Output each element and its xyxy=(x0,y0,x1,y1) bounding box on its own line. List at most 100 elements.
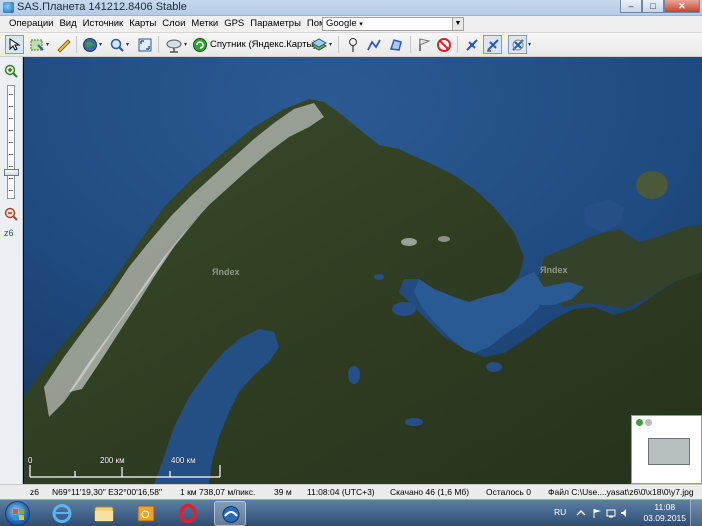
path-icon xyxy=(366,39,381,50)
zoom-level-label: z6 xyxy=(4,228,14,238)
zoom-in-button[interactable] xyxy=(4,64,18,78)
satellite-source-button[interactable] xyxy=(164,35,183,54)
minimap-plus-icon[interactable] xyxy=(636,419,643,426)
gps-dropdown[interactable]: ▾ xyxy=(528,41,531,48)
layers-dropdown[interactable]: ▾ xyxy=(329,41,332,48)
mini-map[interactable] xyxy=(631,415,702,484)
taskbar: O RU 11:08 03.09.2015 xyxy=(0,499,702,526)
taskbar-explorer-button[interactable] xyxy=(88,501,120,526)
chevron-down-icon[interactable]: ▼ xyxy=(452,18,463,30)
chevron-up-icon[interactable] xyxy=(576,508,586,518)
hide-placemarks-button[interactable] xyxy=(434,35,453,54)
status-altitude: 39 м xyxy=(274,487,292,497)
menu-parameters[interactable]: Параметры xyxy=(247,16,304,32)
layers-icon xyxy=(310,37,327,51)
app-icon xyxy=(3,2,14,13)
svg-text:O: O xyxy=(141,509,150,521)
magnifier-icon xyxy=(110,38,124,52)
zoom-tick xyxy=(9,142,13,143)
add-path-button[interactable] xyxy=(364,35,383,54)
map-type-button[interactable] xyxy=(80,35,99,54)
minimap-minus-icon[interactable] xyxy=(645,419,652,426)
search-engine-caret: ▾ xyxy=(359,21,363,28)
map-source-label: Спутник (Яндекс.Карты) xyxy=(210,39,317,50)
close-button[interactable]: ✕ xyxy=(664,0,700,13)
scale-label-200: 200 км xyxy=(100,456,125,465)
zoom-in-icon xyxy=(4,64,18,78)
zoom-out-button[interactable] xyxy=(4,207,18,221)
status-file: Файл C:\Use....yasat\z6\0\x18\0\y7.jpg xyxy=(548,487,694,497)
title-bar: SAS.Планета 141212.8406 Stable – □ ✕ xyxy=(0,0,702,16)
menu-layers[interactable]: Слои xyxy=(159,16,188,32)
minimize-button[interactable]: – xyxy=(620,0,642,13)
select-area-button[interactable] xyxy=(27,35,46,54)
map-type-dropdown[interactable]: ▾ xyxy=(99,41,102,48)
zoom-tool-button[interactable] xyxy=(107,35,126,54)
zoom-tick xyxy=(9,190,13,191)
menu-gps[interactable]: GPS xyxy=(221,16,247,32)
taskbar-opera-button[interactable] xyxy=(172,501,204,526)
layers-button[interactable] xyxy=(309,35,328,54)
menu-source[interactable]: Источник xyxy=(80,16,127,32)
select-area-icon xyxy=(30,39,44,51)
scale-ruler xyxy=(29,465,221,478)
volume-icon[interactable] xyxy=(620,508,630,518)
minimap-viewport[interactable] xyxy=(648,438,690,465)
zoom-slider-thumb[interactable] xyxy=(4,169,19,176)
show-desktop-button[interactable] xyxy=(690,500,702,526)
taskbar-sasplanet-button[interactable] xyxy=(214,501,246,526)
online-mode-button[interactable] xyxy=(190,35,209,54)
map-watermark: Яndex xyxy=(212,267,240,277)
clock[interactable]: 11:08 03.09.2015 xyxy=(643,502,686,524)
network-icon[interactable] xyxy=(606,508,616,518)
forbidden-icon xyxy=(436,37,451,52)
menu-maps[interactable]: Карты xyxy=(126,16,159,32)
language-indicator[interactable]: RU xyxy=(554,507,566,517)
zoom-tool-dropdown[interactable]: ▾ xyxy=(126,41,129,48)
gps-center-icon xyxy=(511,38,524,51)
zoom-slider-track[interactable] xyxy=(7,85,15,199)
zoom-tick xyxy=(9,130,13,131)
internet-explorer-icon xyxy=(52,504,72,523)
toolbar: ▾ ▾ ▾ ▾ Спутник (Яндекс.Карты) ▾ ▾ xyxy=(0,33,702,57)
menu-marks[interactable]: Метки xyxy=(188,16,221,32)
placemark-manager-button[interactable] xyxy=(414,35,433,54)
windows-logo-icon xyxy=(13,509,24,520)
search-engine-combo[interactable]: Google ▾ ▼ xyxy=(322,17,464,31)
zoom-tick xyxy=(9,154,13,155)
gps-center-button[interactable] xyxy=(508,35,527,54)
status-coordinates: N69°11'19,30" E32°00'16,58" xyxy=(52,487,162,497)
opera-icon xyxy=(179,503,197,524)
flag-icon[interactable] xyxy=(592,508,602,518)
gps-track-icon xyxy=(486,38,499,52)
gps-track-button[interactable] xyxy=(483,35,502,54)
zoom-tick xyxy=(9,178,13,179)
ruler-button[interactable] xyxy=(54,35,73,54)
satellite-source-dropdown[interactable]: ▾ xyxy=(184,41,187,48)
add-polygon-button[interactable] xyxy=(386,35,405,54)
search-engine-value: Google xyxy=(326,18,357,29)
clock-time: 11:08 xyxy=(654,502,676,512)
move-tool-button[interactable] xyxy=(5,35,24,54)
scale-bar: 0 200 км 400 км xyxy=(24,453,234,483)
ruler-icon xyxy=(56,38,71,53)
menu-operations[interactable]: Операции xyxy=(6,16,56,32)
taskbar-outlook-button[interactable]: O xyxy=(130,501,162,526)
toolbar-separator xyxy=(410,36,411,53)
taskbar-ie-button[interactable] xyxy=(46,501,78,526)
zoom-tick xyxy=(9,118,13,119)
zoom-tick xyxy=(9,166,13,167)
gps-connect-button[interactable] xyxy=(462,35,481,54)
start-button[interactable] xyxy=(5,501,30,526)
fullscreen-button[interactable] xyxy=(135,35,154,54)
status-remaining: Осталось 0 xyxy=(486,487,531,497)
zoom-tick xyxy=(9,106,13,107)
status-downloaded: Скачано 46 (1,6 Мб) xyxy=(390,487,470,497)
map-view[interactable]: Яndex Яndex 0 200 км 400 км xyxy=(24,57,702,484)
zoom-out-icon xyxy=(4,207,18,221)
toolbar-separator xyxy=(158,36,159,53)
add-placemark-button[interactable] xyxy=(343,35,362,54)
menu-view[interactable]: Вид xyxy=(56,16,79,32)
maximize-button[interactable]: □ xyxy=(642,0,664,13)
select-area-dropdown[interactable]: ▾ xyxy=(46,41,49,48)
